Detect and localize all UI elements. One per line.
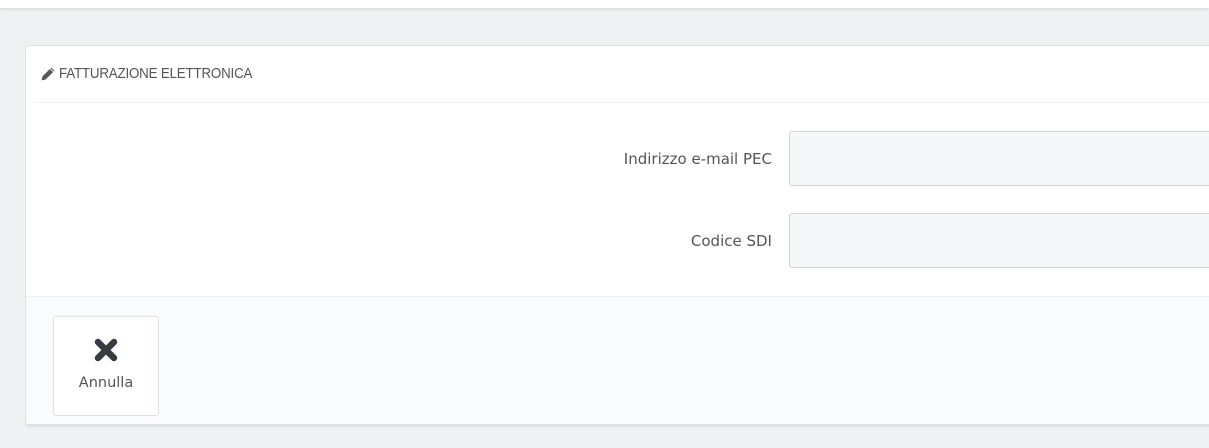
pec-email-input[interactable]	[789, 131, 1209, 186]
panel-footer: Annulla	[26, 296, 1209, 424]
sdi-code-row: Codice SDI	[26, 213, 1209, 269]
pencil-icon	[40, 66, 56, 82]
pec-email-row: Indirizzo e-mail PEC	[26, 131, 1209, 187]
cancel-button[interactable]: Annulla	[53, 316, 159, 416]
sdi-code-label: Codice SDI	[690, 232, 772, 250]
sdi-code-input[interactable]	[789, 213, 1209, 268]
close-icon	[92, 336, 120, 364]
panel-title: FATTURAZIONE ELETTRONICA	[59, 66, 253, 82]
pec-email-label: Indirizzo e-mail PEC	[623, 150, 772, 168]
panel-heading: FATTURAZIONE ELETTRONICA	[34, 46, 1209, 103]
electronic-invoicing-panel: FATTURAZIONE ELETTRONICA Indirizzo e-mai…	[25, 45, 1209, 425]
top-bar-edge	[0, 0, 1209, 8]
cancel-label: Annulla	[78, 375, 134, 391]
